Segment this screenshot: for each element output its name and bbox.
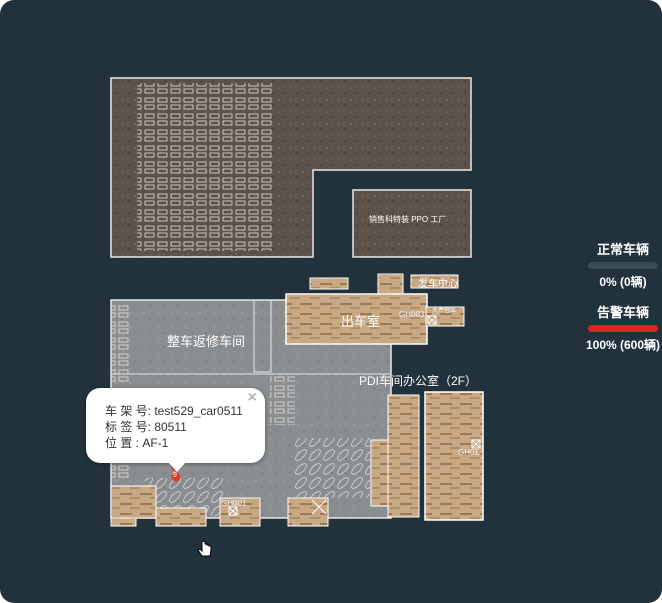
hand-pointer-icon	[197, 540, 212, 557]
hall-slots-mid	[270, 375, 295, 425]
gate-label-a: GH003	[399, 310, 425, 319]
bottom-room-e	[287, 497, 329, 527]
marker-label: 9	[173, 472, 177, 479]
tooltip-pointer	[168, 462, 186, 472]
parking-slots-north	[137, 83, 272, 251]
tooltip-tag-number: 标 签 号: 80511	[105, 420, 187, 434]
room-label-repair: 整车返修车间	[167, 334, 246, 349]
tooltip-position: 位 置 : AF-1	[105, 436, 169, 450]
floor-map[interactable]	[0, 0, 662, 603]
room-label-small: 大件仓库	[432, 308, 457, 314]
legend-alarm-title: 告警车辆	[596, 305, 649, 320]
room-label-sales-factory: 销售科特装 PPO 工厂	[369, 215, 447, 224]
tooltip-close-button[interactable]: ×	[248, 389, 257, 407]
legend-alarm: 告警车辆 100% (600辆)	[584, 302, 662, 352]
legend-normal: 正常车辆 0% (0辆)	[584, 239, 662, 289]
legend-normal-title: 正常车辆	[596, 242, 649, 257]
room-label-exit: 出车室	[341, 314, 381, 329]
gate-label-c: GH001	[221, 499, 247, 508]
legend-normal-bar	[588, 262, 658, 269]
room-label-car-center: 发车中心	[418, 279, 458, 290]
small-room-a	[309, 277, 349, 290]
bottom-room-b	[155, 507, 207, 527]
room-label-pdi: PDI车间办公室（2F）	[359, 374, 478, 388]
pdi-room-b	[370, 439, 389, 507]
vehicle-tooltip: × 车 架 号: test529_car0511 标 签 号: 80511 位 …	[86, 388, 265, 472]
pdi-room-a	[387, 394, 420, 518]
gate-label-b: GH01	[458, 448, 479, 457]
small-room-b	[377, 273, 404, 295]
legend-alarm-value: 100% (600辆)	[585, 338, 661, 352]
angled-slots-right	[295, 438, 370, 498]
map-panel: 销售科特装 PPO 工厂 发车中心 出车室 整车返修车间 PDI车间办公室（2F…	[0, 0, 662, 603]
bottom-room-c	[110, 517, 137, 527]
legend-alarm-bar	[588, 325, 658, 332]
repair-slots-left	[111, 303, 131, 383]
legend-normal-value: 0% (0辆)	[599, 275, 647, 289]
bottom-room-a	[110, 485, 157, 519]
tooltip-frame-number: 车 架 号: test529_car0511	[105, 404, 243, 418]
